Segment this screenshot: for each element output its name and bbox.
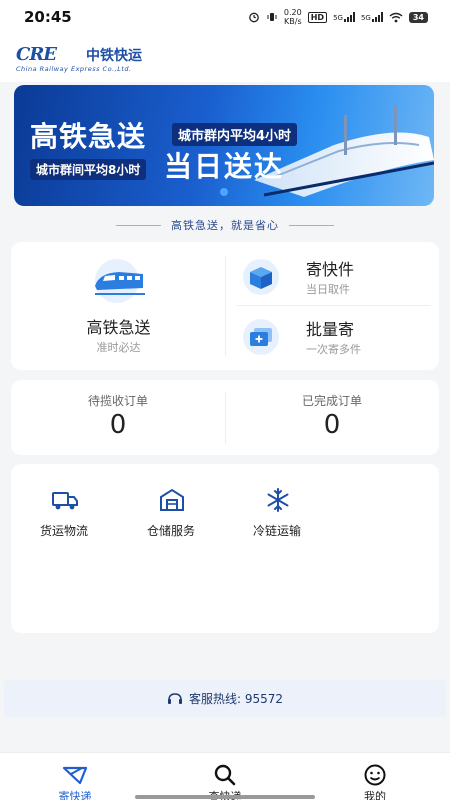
status-bar: 20:45 0.20 KB/s HD 5G 5G 34: [0, 0, 450, 34]
status-time: 20:45: [24, 8, 72, 26]
tab-send-express[interactable]: 寄快递: [0, 753, 150, 800]
service-subtitle: 一次寄多件: [306, 343, 361, 356]
service-freight-logistics[interactable]: 货运物流: [14, 486, 114, 546]
net-speed: 0.20 KB/s: [284, 8, 302, 26]
service-batch-send[interactable]: 批量寄 一次寄多件: [236, 310, 436, 366]
sim2-signal: 5G: [361, 12, 383, 22]
service-title: 批量寄: [306, 320, 355, 339]
divider-line: [289, 224, 334, 226]
headset-icon: [167, 692, 182, 704]
service-cold-chain[interactable]: 冷链运输: [227, 486, 327, 546]
truck-icon: [52, 492, 78, 510]
more-services-card: 货运物流 仓储服务 冷链运输: [11, 464, 439, 633]
search-icon: [214, 764, 236, 786]
completed-orders-count: 0: [323, 410, 341, 440]
package-box-icon: [243, 259, 279, 295]
vibrate-icon: [267, 13, 277, 21]
services-card: 高铁急送 准时必达 寄快件 当日取件 批量寄 一次寄多件: [11, 242, 439, 370]
alarm-icon: [249, 12, 259, 23]
vertical-divider: [225, 256, 226, 356]
logo-mark: CRE: [16, 44, 57, 65]
status-icons: 0.20 KB/s HD 5G 5G 34: [248, 8, 428, 26]
service-label: 仓储服务: [146, 524, 195, 538]
slogan-text: 高铁急送，就是省心: [171, 219, 279, 232]
net-speed-value: 0.20: [283, 8, 302, 17]
horizontal-divider: [236, 305, 431, 306]
banner-headline: 高铁急送: [30, 120, 147, 153]
service-label: 货运物流: [39, 524, 88, 538]
top-bar: CRE 中铁快运 China Railway Express Co.,Ltd.: [0, 34, 450, 82]
service-title: 寄快件: [306, 260, 355, 279]
sim1-label: 5G: [333, 14, 343, 22]
send-icon: [62, 766, 88, 785]
service-send-package[interactable]: 寄快件 当日取件: [236, 250, 436, 306]
pending-orders-label: 待揽收订单: [87, 394, 148, 408]
promo-banner[interactable]: 高铁急送 城市群内平均4小时 城市群间平均8小时 当日送达: [14, 85, 434, 206]
slogan-row: 高铁急送，就是省心: [0, 215, 450, 235]
battery-indicator: 34: [408, 11, 428, 23]
service-warehousing[interactable]: 仓储服务: [121, 486, 221, 546]
tab-track-express[interactable]: 查快递: [150, 753, 300, 800]
service-title: 高铁急送: [86, 318, 151, 337]
service-subtitle: 准时必达: [96, 341, 141, 354]
batch-stack-icon: [243, 319, 279, 355]
service-high-speed-express[interactable]: 高铁急送 准时必达: [11, 242, 226, 370]
snowflake-icon: [267, 488, 289, 512]
smiley-icon: [364, 764, 386, 786]
hd-badge: HD: [307, 11, 328, 23]
sim1-signal: 5G: [333, 12, 355, 22]
orders-card: 待揽收订单 0 已完成订单 0: [11, 380, 439, 455]
high-speed-train-icon: [95, 259, 145, 303]
brand-name-cn: 中铁快运: [86, 48, 142, 64]
warehouse-icon: [160, 488, 184, 511]
divider-line: [116, 224, 161, 226]
brand-logo: CRE 中铁快运 China Railway Express Co.,Ltd.: [16, 44, 166, 76]
bottom-tab-bar: 寄快递 查快递 我的: [0, 752, 450, 800]
completed-orders[interactable]: 已完成订单 0: [225, 380, 439, 455]
service-subtitle: 当日取件: [306, 283, 350, 296]
home-indicator[interactable]: [135, 795, 315, 799]
pagination-dot[interactable]: [220, 188, 228, 196]
banner-headline-2: 当日送达: [164, 150, 285, 183]
service-label: 冷链运输: [252, 524, 301, 538]
banner-pagination: [14, 188, 434, 196]
tab-profile[interactable]: 我的: [300, 753, 450, 800]
customer-hotline[interactable]: 客服热线: 95572: [4, 680, 446, 717]
pending-orders-count: 0: [109, 410, 127, 440]
tab-label: 我的: [364, 790, 386, 800]
wifi-icon: [389, 12, 403, 22]
sim2-label: 5G: [360, 14, 371, 22]
banner-tag-between: 城市群间平均8小时: [30, 159, 147, 180]
pending-orders[interactable]: 待揽收订单 0: [11, 380, 225, 455]
hotline-text: 客服热线: 95572: [188, 692, 284, 706]
tab-label: 寄快递: [58, 790, 92, 800]
completed-orders-label: 已完成订单: [301, 394, 362, 408]
banner-tag-within: 城市群内平均4小时: [172, 123, 298, 146]
net-speed-unit: KB/s: [284, 17, 302, 26]
brand-name-en: China Railway Express Co.,Ltd.: [16, 65, 132, 73]
